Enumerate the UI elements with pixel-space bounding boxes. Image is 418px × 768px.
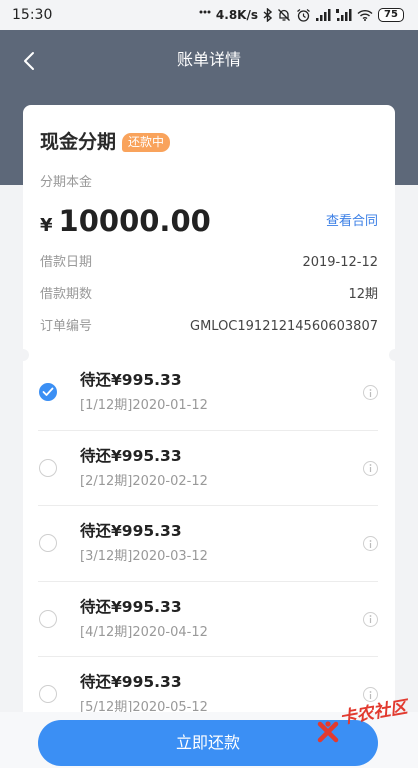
alarm-icon [297, 8, 310, 22]
installment-amount: 待还¥995.33 [80, 446, 182, 465]
list-item[interactable]: 待还¥995.33 [2/12期]2020-02-12 [23, 431, 395, 507]
info-label: 订单编号 [40, 319, 93, 334]
info-value: 12期 [348, 287, 378, 302]
status-bar: 15:30 4.8K/s 75 [0, 0, 418, 30]
info-label: 借款日期 [40, 255, 93, 270]
installment-period: [4/12期]2020-04-12 [80, 624, 208, 640]
status-badge: 还款中 [122, 132, 171, 152]
installment-amount: 待还¥995.33 [80, 597, 182, 616]
status-time: 15:30 [12, 7, 53, 23]
list-item[interactable]: 待还¥995.33 [3/12期]2020-03-12 [23, 506, 395, 582]
principal-label: 分期本金 [40, 175, 93, 190]
info-label: 借款期数 [40, 287, 93, 302]
installment-amount: 待还¥995.33 [80, 371, 182, 389]
installment-period: [2/12期]2020-02-12 [80, 473, 208, 489]
info-icon[interactable] [363, 687, 378, 702]
list-item[interactable]: 待还¥995.33 [1/12期]2020-01-12 [23, 355, 395, 431]
installment-checkbox[interactable] [39, 609, 57, 628]
order-number-row: 订单编号 GMLOC19121214560603807 [23, 311, 395, 343]
installment-checkbox[interactable] [39, 534, 57, 552]
installment-period: [1/12期]2020-01-12 [80, 398, 208, 413]
list-item[interactable]: 待还¥995.33 [4/12期]2020-04-12 [23, 582, 395, 658]
bluetooth-icon [263, 8, 272, 22]
status-icons: 4.8K/s 75 [199, 8, 404, 23]
principal-amount-row: ¥ 10000.00 [40, 203, 211, 239]
info-icon[interactable] [363, 385, 378, 400]
currency-symbol: ¥ [40, 215, 53, 236]
hd-signal-icon [336, 9, 352, 21]
wifi-icon [357, 9, 373, 21]
watermark-logo-icon [317, 721, 339, 743]
principal-amount: 10000.00 [58, 204, 211, 238]
info-icon[interactable] [363, 611, 378, 627]
check-icon [42, 387, 54, 396]
page-title: 账单详情 [176, 50, 241, 69]
info-icon[interactable] [363, 460, 378, 476]
mute-icon [278, 9, 290, 21]
installment-amount: 待还¥995.33 [80, 522, 182, 540]
network-speed: 4.8K/s [215, 8, 258, 22]
product-name: 现金分期 [40, 131, 117, 153]
installment-period: [3/12期]2020-03-12 [80, 549, 208, 564]
loan-periods-row: 借款期数 12期 [23, 279, 395, 311]
loan-info: 借款日期 2019-12-12 借款期数 12期 订单编号 GMLOC19121… [23, 247, 395, 343]
bill-card: 现金分期 还款中 分期本金 ¥ 10000.00 查看合同 借款日期 2019-… [17, 105, 401, 733]
installment-checkbox[interactable] [39, 685, 57, 703]
installment-checkbox[interactable] [39, 458, 57, 477]
more-dots-icon [199, 10, 211, 13]
product-title-row: 现金分期 还款中 [40, 130, 171, 154]
info-icon[interactable] [363, 536, 378, 551]
battery-icon: 75 [378, 8, 404, 22]
info-value: GMLOC19121214560603807 [190, 319, 378, 334]
signal-icon [316, 9, 331, 21]
installment-amount: 待还¥995.33 [80, 673, 182, 691]
installment-list: 待还¥995.33 [1/12期]2020-01-12 待还¥995.33 [2… [23, 355, 395, 733]
loan-date-row: 借款日期 2019-12-12 [23, 247, 395, 279]
view-contract-link[interactable]: 查看合同 [326, 213, 378, 231]
installment-checkbox[interactable] [39, 383, 57, 401]
info-value: 2019-12-12 [302, 255, 378, 270]
